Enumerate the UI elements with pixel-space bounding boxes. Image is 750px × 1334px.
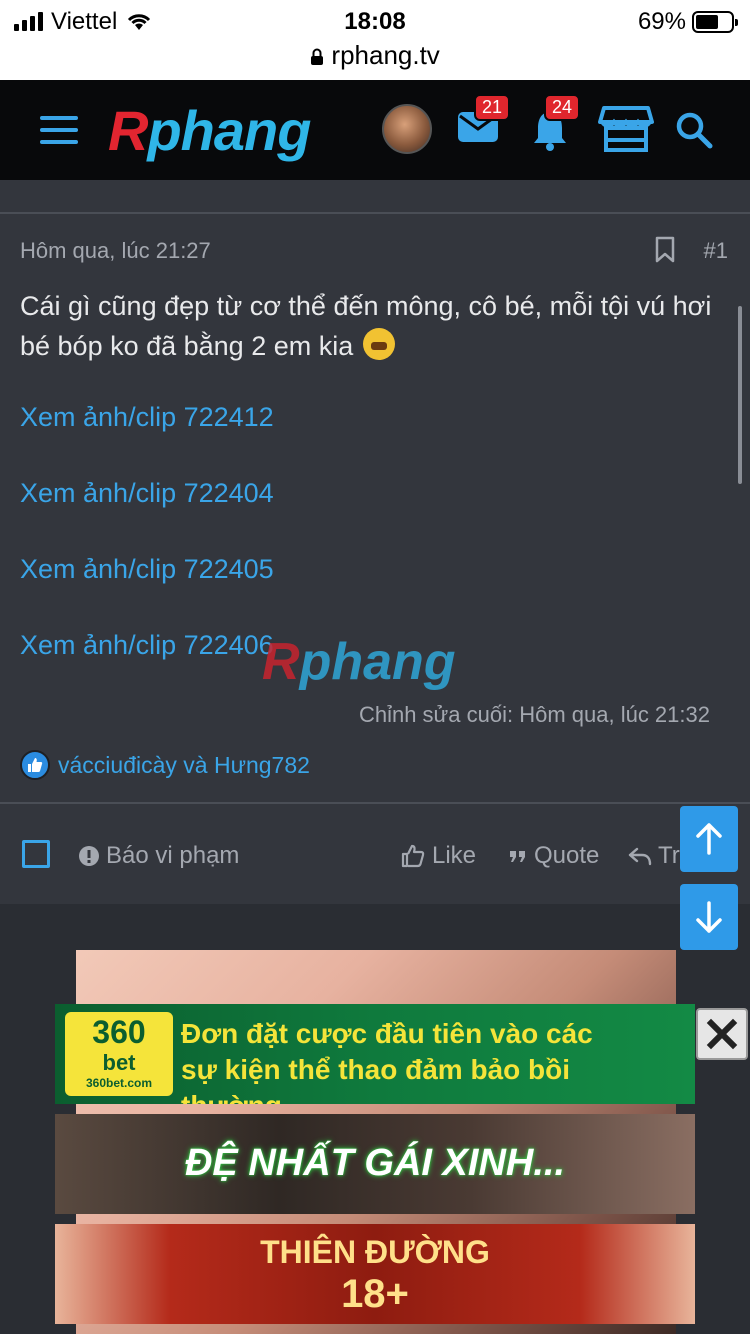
watermark-rest: phang [299,633,456,691]
divider [0,212,750,214]
alerts-button[interactable]: 24 [530,94,580,157]
media-link[interactable]: Xem ảnh/clip 722405 [20,554,274,585]
report-label: Báo vi phạm [106,842,240,869]
logo-rest: phang [147,99,311,162]
ad-banner-thien-duong[interactable]: THIÊN ĐƯỜNG 18+ [55,1224,695,1324]
post-number[interactable]: #1 [704,238,728,264]
media-link[interactable]: Xem ảnh/clip 722406 [20,630,274,661]
post-body: Cái gì cũng đẹp từ cơ thể đến mông, cô b… [20,286,730,366]
reply-icon [628,847,652,866]
scroll-bottom-button[interactable] [680,884,738,950]
user-avatar[interactable] [382,104,432,154]
media-link[interactable]: Xem ảnh/clip 722412 [20,402,274,433]
reactions-text[interactable]: vácciuđicày và Hưng782 [58,752,310,779]
post: Hôm qua, lúc 21:27 #1 Cái gì cũng đẹp từ… [0,180,750,904]
watermark-first-letter: R [262,633,300,691]
ad-banner-gai-xinh[interactable]: ĐỆ NHẤT GÁI XINH... [55,1114,695,1214]
battery-percent: 69% [637,8,686,35]
crying-emoji-icon [363,328,396,360]
ad-banner-text: THIÊN ĐƯỜNG 18+ [55,1232,695,1316]
reply-label: Tr [658,842,680,869]
store-button[interactable] [598,104,654,159]
logo-first-letter: R [108,99,148,162]
scrollbar[interactable] [738,306,742,484]
thumbs-up-outline-icon [401,844,425,868]
quote-icon [510,851,525,862]
lock-icon [311,48,324,65]
ad-banner-text: Đơn đặt cược đầu tiên vào các sự kiện th… [181,1018,593,1104]
menu-icon[interactable] [40,116,78,144]
battery-icon [692,11,738,33]
quote-button[interactable]: Quote [508,842,599,870]
search-button[interactable] [674,110,714,155]
search-icon [676,112,713,149]
thumbs-up-icon [20,750,50,780]
arrow-up-icon [696,823,722,855]
reactions-bar[interactable]: vácciuđicày và Hưng782 [20,750,310,780]
watermark-logo: Rphang [262,632,456,692]
media-link[interactable]: Xem ảnh/clip 722404 [20,478,274,509]
ad-banner-360bet[interactable]: 360 bet 360bet.com Đơn đặt cược đầu tiên… [55,1004,695,1104]
store-icon [598,106,654,152]
close-ad-button[interactable] [696,1008,748,1060]
ad-logo-number: 360 [92,1014,146,1050]
status-bar: Viettel 18:08 69% rphang.tv [0,0,750,80]
ad-area: 360 bet 360bet.com Đơn đặt cược đầu tiên… [0,904,750,1334]
ad-logo: 360 bet 360bet.com [65,1012,173,1096]
bookmark-icon [655,236,675,263]
address-bar[interactable]: rphang.tv [0,40,750,71]
battery: 69% [637,8,738,36]
ad-logo-domain: 360bet.com [85,1076,153,1090]
url-text: rphang.tv [331,40,440,70]
scroll-top-button[interactable] [680,806,738,872]
post-actions: Báo vi phạm Like Quote Tr [0,834,750,874]
select-checkbox[interactable] [22,840,50,868]
site-navbar: Rphang 21 24 [0,80,750,180]
site-logo[interactable]: Rphang [108,98,311,163]
arrow-down-icon [696,901,722,933]
bookmark-button[interactable] [654,236,676,269]
quote-label: Quote [534,842,600,869]
ad-logo-bet: bet [102,1050,136,1075]
ad-banner-text: ĐỆ NHẤT GÁI XINH... [184,1142,566,1184]
like-button[interactable]: Like [400,842,476,870]
alert-icon [79,846,99,866]
close-icon [706,1018,738,1050]
ad-title-line-2: 18+ [341,1272,409,1316]
like-label: Like [432,842,477,869]
report-button[interactable]: Báo vi phạm [78,842,239,870]
last-edited: Chỉnh sửa cuối: Hôm qua, lúc 21:32 [358,702,710,727]
messages-badge: 21 [473,94,510,121]
reply-button[interactable]: Tr [628,842,680,870]
messages-button[interactable]: 21 [456,94,510,149]
alerts-badge: 24 [543,94,580,121]
ad-title-line-1: THIÊN ĐƯỜNG [260,1234,490,1270]
divider [0,802,750,804]
post-date[interactable]: Hôm qua, lúc 21:27 [20,238,211,264]
